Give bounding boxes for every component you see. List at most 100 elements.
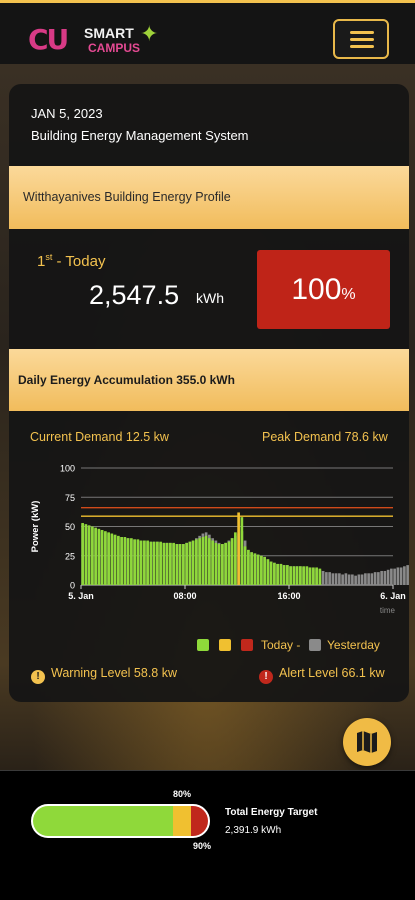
chart-bar-today [104, 531, 107, 585]
x-tick-label: 08:00 [173, 591, 196, 601]
energy-value: 2,547.5 [89, 280, 180, 310]
chart-bar-today [136, 539, 140, 585]
target-bar-yellow [173, 806, 191, 836]
chart-bar-today [305, 566, 309, 585]
y-axis-title: Power (kW) [30, 501, 41, 553]
chart-bar-yesterday [364, 573, 367, 585]
chart-bar-today [178, 544, 182, 585]
legend-today-label: Today - [261, 638, 301, 652]
chart-bar-today [240, 517, 244, 585]
chart-bar-today [165, 542, 169, 585]
date-label: JAN 5, 2023 [31, 106, 103, 121]
chart-bar-today [273, 562, 276, 585]
chart-bar-yesterday [380, 570, 383, 585]
chart-bar-today [250, 552, 253, 585]
chart-bar-today [253, 553, 257, 585]
chart-bar-today [263, 556, 266, 585]
legend-today-yellow-swatch[interactable] [219, 639, 231, 651]
chart-bar-yesterday [399, 567, 403, 585]
menu-line [350, 45, 374, 48]
percent-value: 100 [291, 273, 342, 306]
logo-spark-icon: ✦ [140, 21, 159, 46]
chart-bar-today [130, 538, 133, 585]
y-tick-label: 50 [65, 522, 75, 532]
x-tick-label: 6. Jan [380, 591, 406, 601]
energy-target-title: Total Energy Target [225, 807, 318, 818]
building-profile-banner: Witthayanives Building Energy Profile [9, 166, 409, 229]
chart-bar-today [211, 540, 214, 585]
chart-bar-today [81, 522, 84, 585]
chart-bar-today [221, 544, 224, 585]
chart-bar-today [117, 535, 120, 585]
chart-bar-today [152, 541, 156, 585]
rank-text: - Today [52, 253, 106, 270]
chart-bar-today [282, 565, 286, 585]
chart-bar-today [230, 538, 234, 585]
chart-bar-yesterday [383, 570, 387, 585]
chart-bar-yesterday [328, 572, 331, 585]
percent-sign: % [341, 286, 356, 303]
chart-bar-today [91, 526, 94, 585]
logo-smart-text: SMART [84, 25, 134, 41]
rank-label: 1st - Today [37, 252, 105, 270]
chart-bar-today [198, 538, 201, 585]
logo-campus-text: CAMPUS [88, 41, 141, 55]
target-bar-red [190, 806, 208, 836]
y-tick-label: 100 [60, 464, 75, 474]
chart-bar-yesterday [390, 568, 393, 585]
legend-today-green-swatch[interactable] [197, 639, 209, 651]
alert-icon: ! [259, 670, 273, 684]
target-bar-green [33, 806, 173, 836]
chart-bar-today [169, 542, 172, 585]
chart-bar-today [299, 566, 302, 585]
chart-bar-today [100, 530, 104, 585]
chart-bar-today [243, 546, 247, 585]
chart-bar-today [195, 539, 198, 585]
chart-bar-today [172, 542, 175, 585]
power-chart[interactable]: 0 25 50 75 100 5. Jan 08:00 16:00 6. Jan Power (k… [9, 454, 409, 624]
system-title: Building Energy Management System [31, 128, 249, 143]
chart-bar-today [156, 541, 159, 585]
chart-bar-yesterday [373, 572, 377, 585]
energy-unit: kWh [196, 290, 224, 306]
chart-bar-today [143, 540, 146, 585]
chart-bar-today [94, 527, 97, 585]
chart-bar-today [247, 549, 250, 585]
chart-bar-today [139, 540, 143, 585]
hamburger-menu-icon[interactable] [333, 19, 389, 59]
current-demand: Current Demand 12.5 kw [30, 430, 169, 444]
chart-bar-today [126, 538, 130, 585]
legend-yesterday-swatch[interactable] [309, 639, 321, 651]
chart-bar-yesterday [351, 574, 354, 585]
chart-bar-today [217, 544, 221, 585]
legend-today-red-swatch[interactable] [241, 639, 253, 651]
y-tick-label: 75 [65, 493, 75, 503]
chart-bar-today [208, 538, 211, 585]
energy-percent-badge: 100% [257, 250, 390, 329]
chart-bar-today [175, 544, 179, 585]
chart-bar-today [113, 534, 117, 585]
chart-bar-today [185, 542, 188, 585]
chart-bar-today [312, 567, 315, 585]
chart-bar-today [146, 540, 149, 585]
map-button[interactable] [343, 718, 391, 766]
chart-bar-today [260, 555, 263, 585]
chart-bar-today [191, 540, 195, 585]
logo-cu-text: CU [28, 23, 69, 56]
chart-bar-yesterday [396, 567, 400, 585]
chart-bar-today [214, 542, 218, 585]
cu-smart-campus-logo[interactable]: CU SMART CAMPUS ✦ [28, 21, 168, 57]
chart-bar-yesterday [347, 574, 351, 585]
chart-bar-yesterday [325, 572, 328, 585]
chart-bar-today [182, 544, 185, 585]
chart-bar-today [201, 537, 205, 585]
building-profile-title: Witthayanives Building Energy Profile [23, 190, 231, 204]
chart-bar-yesterday [321, 570, 325, 585]
x-axis-title: time [380, 606, 396, 615]
legend-yesterday-label: Yesterday [327, 638, 380, 652]
chart-bar-today [318, 568, 322, 585]
chart-bar-yesterday [360, 574, 364, 585]
peak-demand: Peak Demand 78.6 kw [262, 430, 388, 444]
chart-bar-yesterday [357, 574, 361, 585]
alert-level-text: Alert Level 66.1 kw [279, 666, 385, 680]
